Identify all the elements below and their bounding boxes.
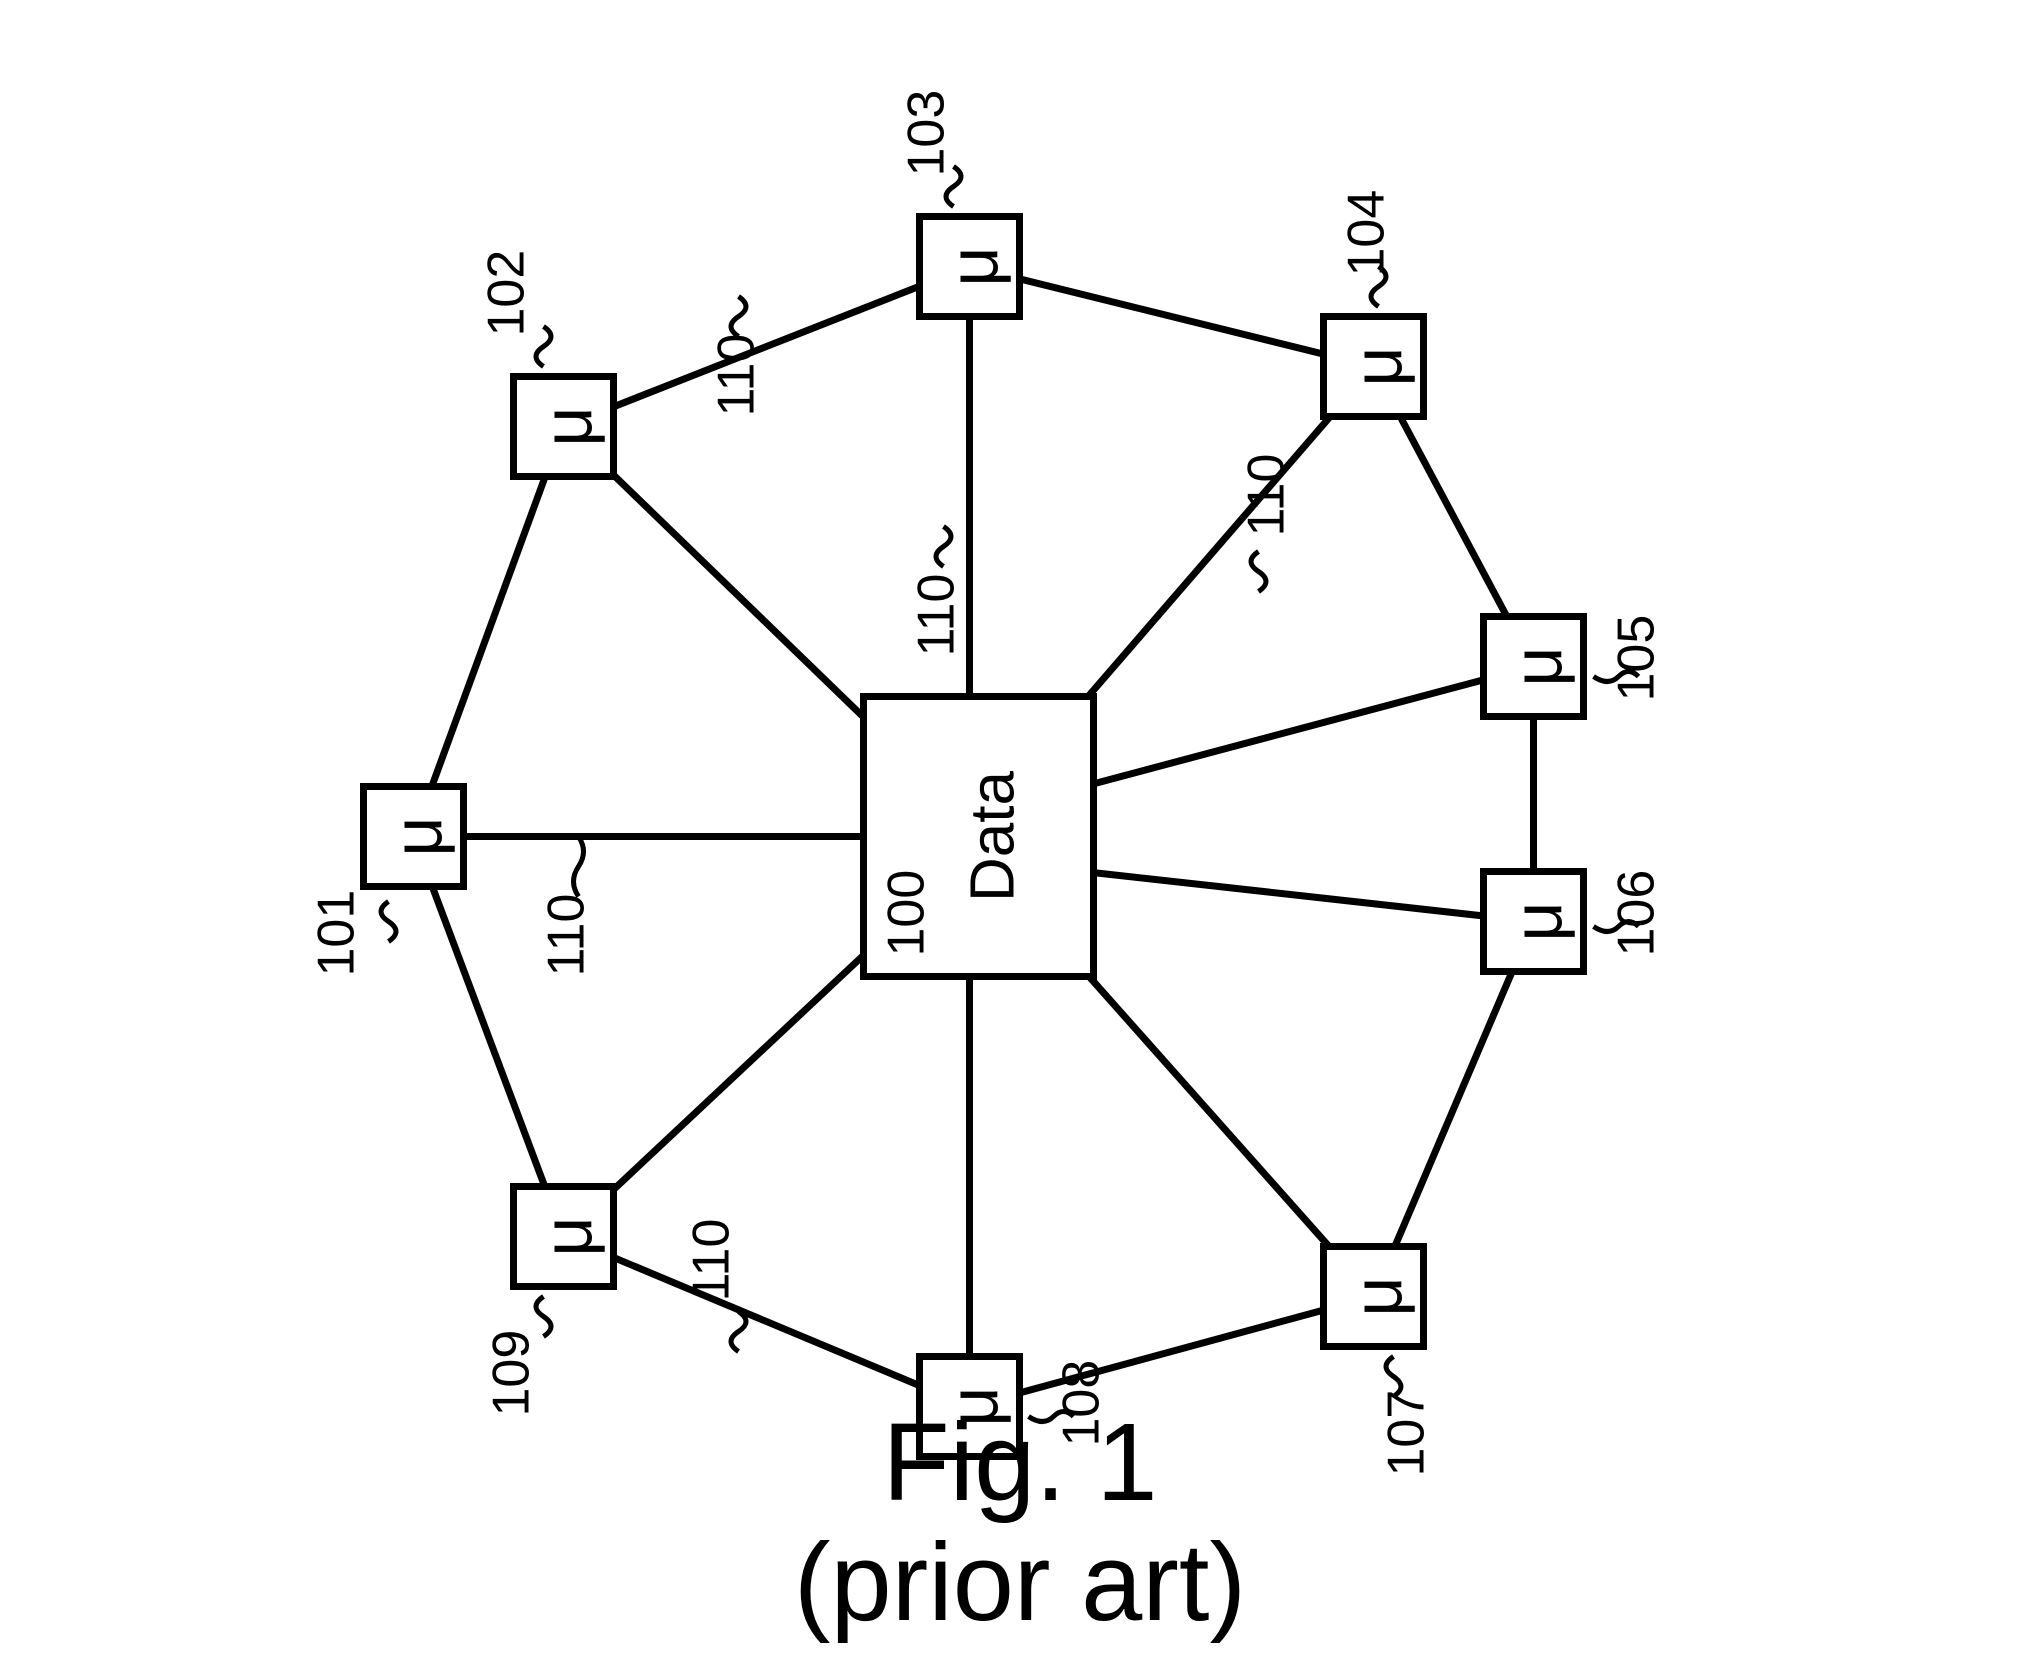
lead-line [1251,552,1266,592]
node-109: μ 109 [483,1187,614,1417]
mu-icon: μ [1339,346,1417,386]
link-spoke [1054,937,1374,1297]
mu-icon: μ [1339,1276,1417,1316]
lead-line [731,297,746,337]
node-ref-label: 101 [308,890,366,977]
link-ref-label: 110 [683,1219,741,1302]
mu-icon: μ [1499,646,1577,686]
link-ref-label: 110 [538,894,596,977]
mu-icon: μ [529,406,607,446]
link-perimeter [564,1237,970,1407]
link-perimeter [970,267,1374,367]
caption-line2: (prior art) [794,1521,1246,1644]
mu-icon: μ [529,1216,607,1256]
lead-line [574,837,584,897]
link-spoke [1084,667,1534,787]
node-104: μ 104 [1324,190,1424,417]
mu-icon: μ [935,246,1013,286]
mu-icon: μ [1499,901,1577,941]
diagram-inner: 100 Data μ 101 μ 102 μ 103 [308,90,1666,1477]
node-ref-label: 105 [1608,615,1666,702]
node-107: μ 107 [1324,1247,1436,1477]
node-105: μ 105 [1484,615,1666,717]
node-ref-label: 107 [1378,1390,1436,1477]
link-perimeter [564,267,970,427]
node-ref-label: 109 [483,1330,541,1417]
node-103: μ 103 [898,90,1020,317]
caption-line1: Fig. 1 [882,1401,1157,1524]
link-spoke [1084,872,1534,922]
link-ref-label: 110 [1238,454,1296,537]
node-ref-label: 102 [478,250,536,337]
lead-line [536,327,551,367]
link-perimeter [414,427,564,837]
link-ref-label: 110 [908,574,966,657]
mu-icon: μ [379,816,457,856]
node-106: μ 106 [1484,870,1666,972]
link-spoke [1054,367,1374,737]
link-ref-label: 110 [708,334,766,417]
lead-line [381,902,396,942]
node-101: μ 101 [308,787,464,977]
lead-line [731,1312,746,1352]
node-102: μ 102 [478,250,614,477]
node-ref-label: 104 [1338,190,1396,277]
center-label: Data [959,771,1028,902]
diagram-canvas: 100 Data μ 101 μ 102 μ 103 [0,0,2040,1673]
link-perimeter [970,1297,1374,1407]
node-ref-label: 103 [898,90,956,177]
lead-line [936,527,951,567]
figure-caption: Fig. 1 (prior art) [794,1401,1246,1644]
center-ref-label: 100 [878,870,936,957]
link-perimeter [1374,922,1534,1297]
center-node: 100 Data [864,697,1094,977]
node-ref-label: 106 [1608,870,1666,957]
